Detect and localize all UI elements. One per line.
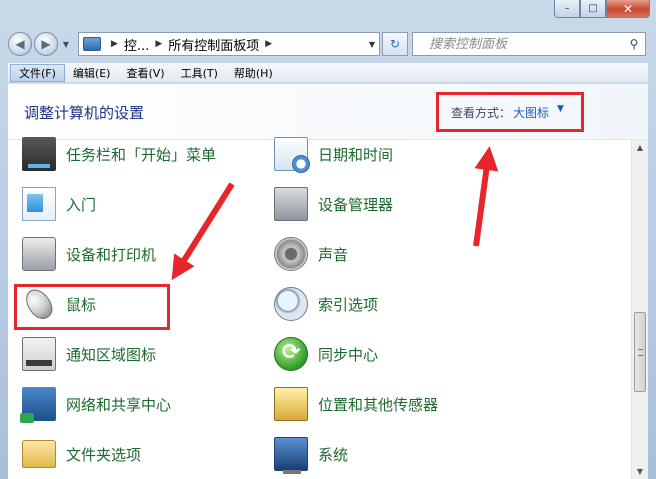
item-system[interactable]: 系统 (274, 434, 348, 474)
chevron-right-icon[interactable]: ▶ (155, 39, 162, 49)
view-mode-label: 查看方式： (451, 106, 512, 120)
item-folder-options[interactable]: 文件夹选项 (22, 434, 141, 474)
refresh-icon: ↻ (389, 37, 401, 51)
page-title: 调整计算机的设置 (24, 104, 145, 122)
vertical-scrollbar[interactable]: ▲ ▼ (631, 140, 648, 479)
getting-started-icon (22, 187, 56, 221)
item-label: 日期和时间 (318, 145, 394, 164)
maximize-button[interactable]: □ (580, 0, 606, 18)
item-label: 通知区域图标 (66, 345, 157, 364)
search-icon[interactable]: ⚲ (623, 37, 645, 51)
speaker-icon (274, 237, 308, 271)
item-indexing-options[interactable]: 索引选项 (274, 284, 378, 324)
back-arrow-icon: ◀ (15, 37, 25, 51)
control-panel-icon (83, 37, 101, 51)
recent-pages-dropdown[interactable]: ▼ (60, 40, 72, 49)
taskbar-icon (22, 137, 56, 171)
item-label: 系统 (318, 445, 349, 464)
item-label: 设备和打印机 (66, 245, 157, 264)
item-devices-printers[interactable]: 设备和打印机 (22, 234, 156, 274)
item-label: 文件夹选项 (66, 445, 142, 464)
item-label: 入门 (66, 195, 97, 214)
folder-icon (22, 440, 56, 468)
item-location-sensors[interactable]: 位置和其他传感器 (274, 384, 438, 424)
item-label: 声音 (318, 245, 349, 264)
item-network-sharing[interactable]: 网络和共享中心 (20, 384, 172, 424)
chevron-right-icon[interactable]: ▶ (265, 39, 272, 49)
search-box[interactable]: ⚲ (412, 32, 646, 56)
grip-icon (638, 349, 643, 356)
address-bar[interactable]: ▶ 控... ▶ 所有控制面板项 ▶ ▼ (78, 32, 380, 56)
item-label: 同步中心 (318, 345, 379, 364)
item-label: 设备管理器 (318, 195, 394, 214)
item-getting-started[interactable]: 入门 (22, 184, 96, 224)
item-notification-icons[interactable]: 通知区域图标 (22, 334, 156, 374)
forward-button[interactable]: ▶ (34, 32, 58, 56)
chevron-down-icon[interactable]: ▼ (557, 104, 564, 114)
item-label: 任务栏和「开始」菜单 (66, 145, 217, 164)
notification-icon (22, 337, 56, 371)
view-mode-dropdown[interactable]: 大图标 (513, 104, 549, 121)
menu-help[interactable]: 帮助(H) (226, 63, 281, 83)
menu-file[interactable]: 文件(F) (10, 63, 65, 82)
scroll-down-icon[interactable]: ▼ (632, 464, 648, 479)
item-sync-center[interactable]: 同步中心 (274, 334, 378, 374)
item-label: 索引选项 (318, 295, 379, 314)
item-sound[interactable]: 声音 (274, 234, 348, 274)
content-header: 调整计算机的设置 查看方式： 大图标 ▼ (8, 84, 648, 140)
close-button[interactable]: ✕ (606, 0, 650, 18)
scroll-thumb[interactable] (634, 312, 646, 392)
device-manager-icon (274, 187, 308, 221)
search-input[interactable] (413, 36, 623, 52)
menu-bar: 文件(F) 编辑(E) 查看(V) 工具(T) 帮助(H) (8, 62, 648, 82)
breadcrumb-all-items[interactable]: 所有控制面板项 (168, 35, 259, 54)
title-bar: – □ ✕ (0, 0, 656, 30)
forward-arrow-icon: ▶ (41, 37, 51, 51)
computer-icon (274, 437, 308, 474)
back-button[interactable]: ◀ (8, 32, 32, 56)
network-icon (20, 387, 56, 423)
item-date-time[interactable]: 日期和时间 (274, 134, 393, 174)
address-dropdown-icon[interactable]: ▼ (369, 40, 375, 49)
navigation-bar: ◀ ▶ ▼ ▶ 控... ▶ 所有控制面板项 ▶ ▼ ↻ ⚲ (8, 30, 648, 58)
magnifier-icon (274, 287, 308, 321)
scroll-up-icon[interactable]: ▲ (632, 140, 648, 156)
breadcrumb-control-panel[interactable]: 控... (124, 35, 149, 54)
item-device-manager[interactable]: 设备管理器 (274, 184, 393, 224)
clock-icon (274, 137, 310, 173)
menu-view[interactable]: 查看(V) (118, 63, 172, 83)
item-taskbar-start-menu[interactable]: 任务栏和「开始」菜单 (22, 134, 216, 174)
minimize-button[interactable]: – (554, 0, 580, 18)
control-panel-content: 调整计算机的设置 查看方式： 大图标 ▼ 任务栏和「开始」菜单 入门 设备和打印… (8, 83, 648, 479)
menu-edit[interactable]: 编辑(E) (65, 63, 119, 83)
refresh-button[interactable]: ↻ (382, 32, 408, 56)
printer-icon (22, 237, 56, 271)
mouse-item-highlight (14, 284, 170, 330)
item-label: 位置和其他传感器 (318, 395, 439, 414)
chevron-right-icon[interactable]: ▶ (111, 39, 118, 49)
menu-tools[interactable]: 工具(T) (173, 63, 226, 83)
window-controls: – □ ✕ (554, 0, 650, 18)
view-mode-highlight: 查看方式： 大图标 ▼ (436, 92, 584, 132)
location-icon (274, 387, 308, 421)
item-label: 网络和共享中心 (66, 395, 172, 414)
sync-icon (274, 337, 308, 371)
